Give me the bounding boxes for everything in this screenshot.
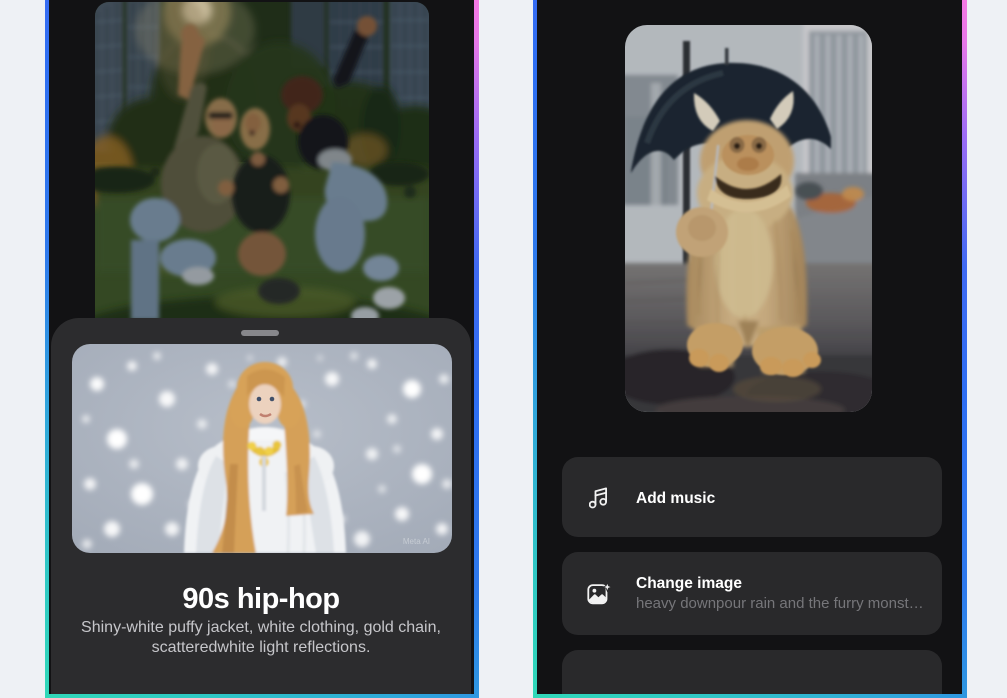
svg-text:Meta AI: Meta AI (403, 537, 430, 546)
